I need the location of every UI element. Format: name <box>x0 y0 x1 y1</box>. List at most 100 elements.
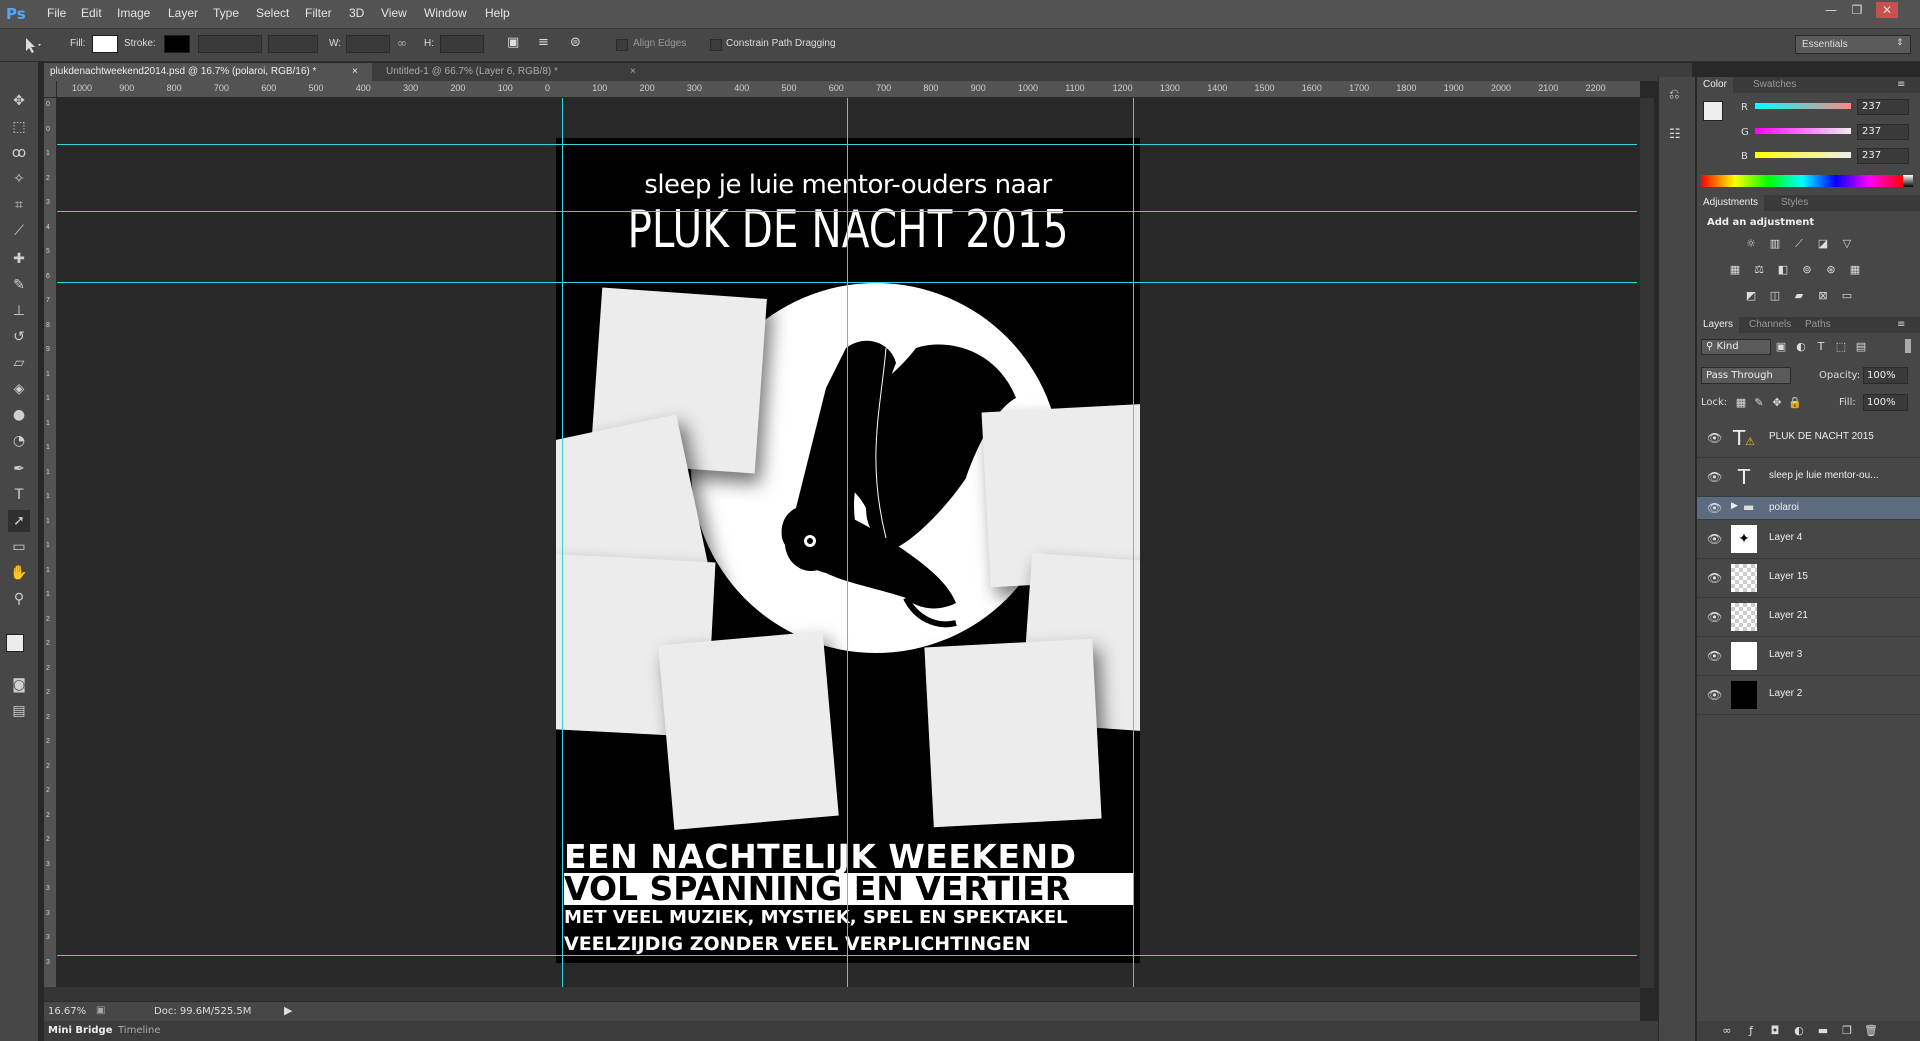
stroke-type-dropdown[interactable] <box>268 35 318 53</box>
selective-color-icon[interactable]: ⊠ <box>1815 289 1831 302</box>
menu-filter[interactable]: Filter <box>305 6 332 20</box>
vibrance-icon[interactable]: ▽ <box>1839 237 1855 250</box>
brightness-icon[interactable]: ☼ <box>1743 237 1759 250</box>
vertical-scrollbar[interactable] <box>1640 98 1654 988</box>
blend-mode-dropdown[interactable]: Pass Through <box>1701 367 1791 384</box>
crop-tool-icon[interactable]: ⌗ <box>8 194 30 216</box>
eye-icon[interactable]: 👁 <box>1707 571 1722 585</box>
history-brush-tool-icon[interactable]: ↺ <box>8 326 30 348</box>
tab-channels[interactable]: Channels <box>1743 317 1797 333</box>
filter-adjustment-icon[interactable]: ◐ <box>1793 340 1809 353</box>
ruler-origin[interactable] <box>44 81 57 98</box>
fill-swatch[interactable] <box>92 35 118 53</box>
filter-type-icon[interactable]: T <box>1813 340 1829 353</box>
dodge-tool-icon[interactable]: ◔ <box>8 430 30 452</box>
color-balance-icon[interactable]: ⚖ <box>1751 263 1767 276</box>
fx-icon[interactable]: ƒ <box>1743 1024 1759 1037</box>
levels-icon[interactable]: ▥ <box>1767 237 1783 250</box>
filter-pixel-icon[interactable]: ▣ <box>1773 340 1789 353</box>
marquee-tool-icon[interactable]: ⬚ <box>8 116 30 138</box>
menu-type[interactable]: Type <box>213 6 239 20</box>
path-alignment-icon[interactable]: ≡ <box>538 35 554 51</box>
photo-filter-icon[interactable]: ⊚ <box>1799 263 1815 276</box>
horizontal-guide[interactable] <box>57 144 1637 145</box>
constrain-path-checkbox[interactable] <box>710 39 722 51</box>
vertical-guide[interactable] <box>562 98 563 988</box>
g-value[interactable]: 237 <box>1857 124 1909 140</box>
vertical-guide[interactable] <box>1133 98 1134 988</box>
healing-brush-tool-icon[interactable]: ✚ <box>8 248 30 270</box>
color-lookup-icon[interactable]: ▦ <box>1847 263 1863 276</box>
eye-icon[interactable]: 👁 <box>1707 470 1722 484</box>
clone-stamp-tool-icon[interactable]: ⊥ <box>8 300 30 322</box>
filter-smart-icon[interactable]: ▤ <box>1853 340 1869 353</box>
lock-all-icon[interactable]: 🔒 <box>1787 396 1803 409</box>
stroke-width-field[interactable] <box>198 35 262 53</box>
bw-ramp[interactable] <box>1903 175 1913 187</box>
r-value[interactable]: 237 <box>1857 99 1909 115</box>
threshold-icon[interactable]: ▰ <box>1791 289 1807 302</box>
layer-row[interactable]: 👁 T sleep je luie mentor-ou... <box>1697 458 1920 497</box>
menu-select[interactable]: Select <box>256 6 289 20</box>
channel-mixer-icon[interactable]: ⊛ <box>1823 263 1839 276</box>
workspace-dropdown[interactable]: Essentials ⇕ <box>1795 35 1911 54</box>
status-info-icon[interactable]: ▣ <box>96 1005 105 1016</box>
new-layer-icon[interactable]: ❐ <box>1839 1024 1855 1037</box>
align-edges-checkbox[interactable] <box>616 39 628 51</box>
menu-view[interactable]: View <box>381 6 407 20</box>
g-slider[interactable] <box>1755 128 1851 134</box>
filter-toggle[interactable] <box>1905 339 1911 353</box>
path-selection-tool-icon[interactable] <box>20 35 42 55</box>
lock-transparent-icon[interactable]: ▦ <box>1733 396 1749 409</box>
layer-row[interactable]: 👁 Layer 2 <box>1697 676 1920 715</box>
width-field[interactable] <box>346 35 390 53</box>
blur-tool-icon[interactable]: ● <box>8 404 30 426</box>
path-selection-tool-icon-sidebar[interactable]: ➚ <box>8 510 30 532</box>
expand-arrow-icon[interactable]: ▶ <box>1731 501 1738 511</box>
eye-icon[interactable]: 👁 <box>1707 649 1722 663</box>
tab-plukdenacht[interactable]: plukdenachtweekend2014.psd @ 16.7% (pola… <box>44 63 372 81</box>
horizontal-guide[interactable] <box>57 282 1637 283</box>
new-adjustment-icon[interactable]: ◐ <box>1791 1024 1807 1037</box>
eye-icon[interactable]: 👁 <box>1707 688 1722 702</box>
properties-panel-icon[interactable]: ☷ <box>1669 127 1685 143</box>
brush-tool-icon[interactable]: ✎ <box>8 274 30 296</box>
foreground-color-swatch[interactable] <box>6 634 24 652</box>
menu-file[interactable]: File <box>47 6 66 20</box>
close-tab-icon[interactable]: × <box>352 63 358 81</box>
eyedropper-tool-icon[interactable]: ⟋ <box>8 220 30 242</box>
horizontal-guide[interactable] <box>57 211 1637 212</box>
color-spectrum-bar[interactable] <box>1701 175 1903 187</box>
panel-menu-icon[interactable]: ≡ <box>1897 319 1905 330</box>
stroke-swatch[interactable] <box>164 35 190 53</box>
screen-mode-icon[interactable]: ▤ <box>8 700 30 722</box>
type-tool-icon[interactable]: T <box>8 484 30 506</box>
paint-bucket-tool-icon[interactable]: ◈ <box>8 378 30 400</box>
b-slider[interactable] <box>1755 152 1851 158</box>
menu-edit[interactable]: Edit <box>81 6 102 20</box>
layer-row-selected[interactable]: 👁 ▶ ▬ polaroi <box>1697 497 1920 520</box>
zoom-tool-icon[interactable]: ⚲ <box>8 588 30 610</box>
lock-pixels-icon[interactable]: ✎ <box>1751 396 1767 409</box>
eye-icon[interactable]: 👁 <box>1707 532 1722 546</box>
pen-tool-icon[interactable]: ✒ <box>8 458 30 480</box>
link-layers-icon[interactable]: ∞ <box>1719 1024 1735 1037</box>
tab-mini-bridge[interactable]: Mini Bridge <box>48 1025 113 1036</box>
close-window-button[interactable]: ✕ <box>1876 2 1898 18</box>
black-white-icon[interactable]: ◧ <box>1775 263 1791 276</box>
vertical-guide[interactable] <box>847 98 848 988</box>
delete-layer-icon[interactable]: 🗑 <box>1863 1024 1879 1037</box>
lasso-tool-icon[interactable]: ꝏ <box>8 142 30 164</box>
eye-icon[interactable]: 👁 <box>1707 431 1722 445</box>
menu-layer[interactable]: Layer <box>168 6 198 20</box>
panel-menu-icon[interactable]: ≡ <box>1897 79 1905 90</box>
r-slider[interactable] <box>1755 103 1851 109</box>
eraser-tool-icon[interactable]: ▱ <box>8 352 30 374</box>
tab-paths[interactable]: Paths <box>1799 317 1837 333</box>
magic-wand-tool-icon[interactable]: ✧ <box>8 168 30 190</box>
tab-untitled[interactable]: Untitled-1 @ 66.7% (Layer 6, RGB/8) * × <box>380 63 648 81</box>
move-tool-icon[interactable]: ✥ <box>8 90 30 112</box>
link-icon[interactable]: ∞ <box>397 36 413 50</box>
menu-window[interactable]: Window <box>424 6 467 20</box>
tab-adjustments[interactable]: Adjustments <box>1697 195 1765 211</box>
